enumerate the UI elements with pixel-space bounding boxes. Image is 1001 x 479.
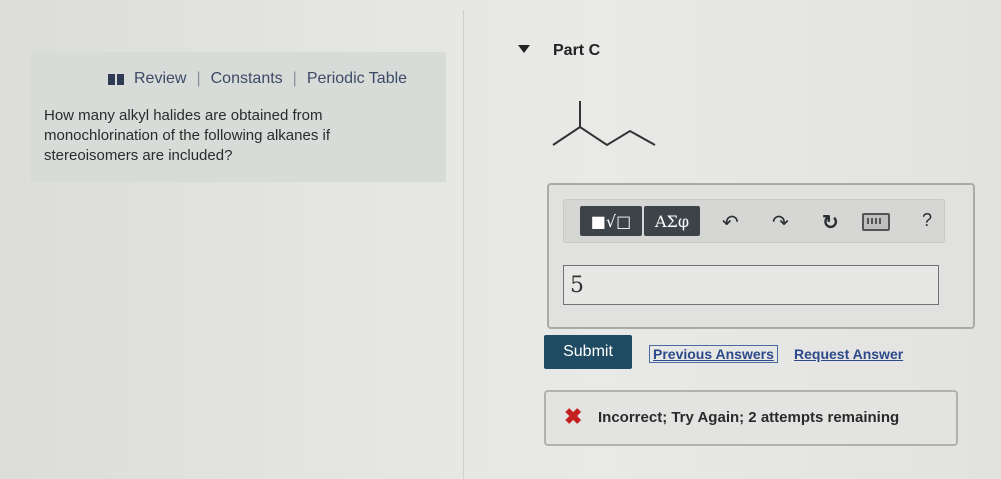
panel-divider	[463, 10, 464, 479]
periodic-table-link[interactable]: Periodic Table	[307, 70, 407, 88]
greek-symbols-button[interactable]: ΑΣφ	[644, 206, 700, 236]
help-icon[interactable]: ?	[922, 210, 932, 231]
molecule-structure-icon	[552, 101, 656, 147]
question-text: How many alkyl halides are obtained from…	[44, 107, 331, 164]
submit-button[interactable]: Submit	[544, 335, 632, 369]
link-separator: |	[292, 70, 297, 87]
screen: Review | Constants | Periodic Table How …	[0, 0, 1001, 479]
constants-link[interactable]: Constants	[211, 70, 283, 88]
undo-icon[interactable]: ↶	[722, 210, 739, 235]
keyboard-icon[interactable]	[862, 213, 890, 231]
part-title: Part C	[553, 42, 601, 59]
link-separator: |	[196, 70, 201, 87]
answer-editor: ■√□ ΑΣφ ↶ ↷ ↻ ? 5	[547, 183, 975, 329]
redo-icon[interactable]: ↷	[772, 210, 789, 235]
previous-answers-link[interactable]: Previous Answers	[649, 345, 778, 363]
templates-button[interactable]: ■√□	[580, 206, 642, 236]
resource-links: Review | Constants | Periodic Table	[108, 70, 407, 88]
feedback-text: Incorrect; Try Again; 2 attempts remaini…	[598, 409, 900, 426]
question-panel: Review | Constants | Periodic Table How …	[30, 52, 446, 182]
review-link[interactable]: Review	[134, 70, 186, 88]
answer-input[interactable]: 5	[563, 265, 939, 305]
book-icon	[108, 73, 124, 85]
request-answer-link[interactable]: Request Answer	[794, 346, 903, 362]
error-x-icon: ✖	[564, 404, 583, 429]
collapse-caret-icon[interactable]	[518, 45, 530, 53]
math-toolbar: ■√□ ΑΣφ ↶ ↷ ↻ ?	[563, 199, 945, 243]
reset-icon[interactable]: ↻	[822, 210, 839, 235]
feedback-message: ✖ Incorrect; Try Again; 2 attempts remai…	[544, 390, 958, 446]
